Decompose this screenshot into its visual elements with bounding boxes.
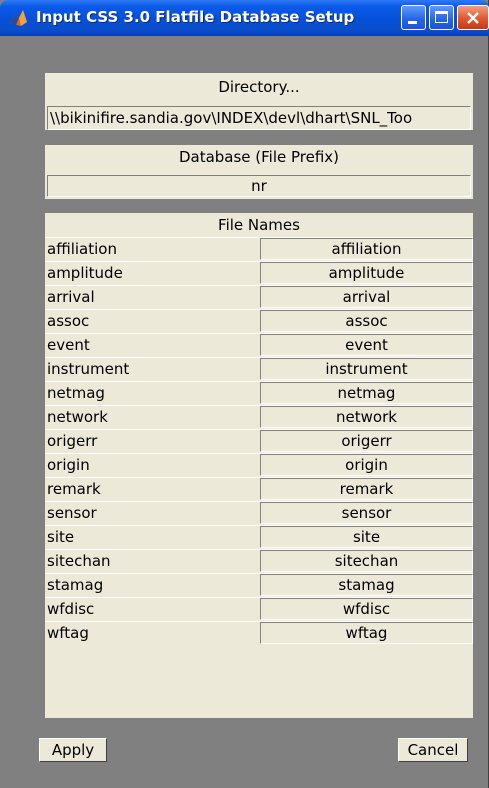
dialog-window: Input CSS 3.0 Flatfile Database Setup Di… bbox=[0, 0, 489, 788]
file-name-label: remark bbox=[47, 480, 101, 498]
file-name-field[interactable]: site bbox=[260, 526, 473, 548]
file-name-field[interactable]: affiliation bbox=[260, 238, 473, 260]
file-name-field[interactable]: origerr bbox=[260, 430, 473, 452]
maximize-button[interactable] bbox=[429, 5, 454, 30]
file-name-label: assoc bbox=[47, 312, 90, 330]
directory-panel: Directory... \\bikinifire.sandia.gov\IND… bbox=[45, 73, 473, 130]
file-name-label: sitechan bbox=[47, 552, 111, 570]
file-name-field[interactable]: origin bbox=[260, 454, 473, 476]
maximize-icon bbox=[435, 11, 448, 23]
file-names-label: File Names bbox=[218, 216, 300, 234]
file-name-field[interactable]: event bbox=[260, 334, 473, 356]
file-name-label: netmag bbox=[47, 384, 105, 402]
window-title: Input CSS 3.0 Flatfile Database Setup bbox=[36, 8, 355, 26]
file-name-field[interactable]: arrival bbox=[260, 286, 473, 308]
file-name-label: arrival bbox=[47, 288, 95, 306]
apply-button[interactable]: Apply bbox=[39, 738, 107, 762]
file-name-field[interactable]: sitechan bbox=[260, 550, 473, 572]
minimize-button[interactable] bbox=[401, 5, 426, 30]
file-name-field[interactable]: network bbox=[260, 406, 473, 428]
file-names-panel: File Names affiliation affiliation amplitu… bbox=[45, 213, 473, 718]
directory-label: Directory... bbox=[218, 78, 300, 96]
database-label: Database (File Prefix) bbox=[178, 148, 340, 166]
cancel-button[interactable]: Cancel bbox=[398, 738, 468, 762]
close-icon bbox=[467, 12, 479, 24]
title-bar[interactable]: Input CSS 3.0 Flatfile Database Setup bbox=[0, 0, 489, 36]
file-name-label: sensor bbox=[47, 504, 97, 522]
file-name-label: affiliation bbox=[47, 240, 117, 258]
close-button[interactable] bbox=[457, 5, 489, 30]
file-name-field[interactable]: wfdisc bbox=[260, 598, 473, 620]
dialog-body: Directory... \\bikinifire.sandia.gov\IND… bbox=[6, 36, 483, 788]
file-name-label: wfdisc bbox=[47, 600, 95, 618]
database-panel: Database (File Prefix) nr bbox=[45, 145, 473, 199]
file-name-label: site bbox=[47, 528, 75, 546]
matlab-icon bbox=[9, 10, 27, 26]
file-name-field[interactable]: netmag bbox=[260, 382, 473, 404]
file-name-label: origerr bbox=[47, 432, 98, 450]
file-name-field[interactable]: sensor bbox=[260, 502, 473, 524]
file-name-field[interactable]: instrument bbox=[260, 358, 473, 380]
file-name-label: instrument bbox=[47, 360, 130, 378]
file-name-field[interactable]: amplitude bbox=[260, 262, 473, 284]
directory-field[interactable]: \\bikinifire.sandia.gov\INDEX\devl\dhart… bbox=[47, 106, 471, 130]
file-name-label: network bbox=[47, 408, 108, 426]
file-name-label: wftag bbox=[47, 624, 89, 642]
file-name-field[interactable]: remark bbox=[260, 478, 473, 500]
minimize-icon bbox=[408, 21, 417, 24]
file-name-label: event bbox=[47, 336, 90, 354]
file-name-field[interactable]: wftag bbox=[260, 622, 473, 644]
file-name-field[interactable]: assoc bbox=[260, 310, 473, 332]
file-name-label: amplitude bbox=[47, 264, 123, 282]
database-prefix-field[interactable]: nr bbox=[47, 175, 471, 197]
file-name-field[interactable]: stamag bbox=[260, 574, 473, 596]
file-name-label: origin bbox=[47, 456, 90, 474]
file-name-label: stamag bbox=[47, 576, 104, 594]
